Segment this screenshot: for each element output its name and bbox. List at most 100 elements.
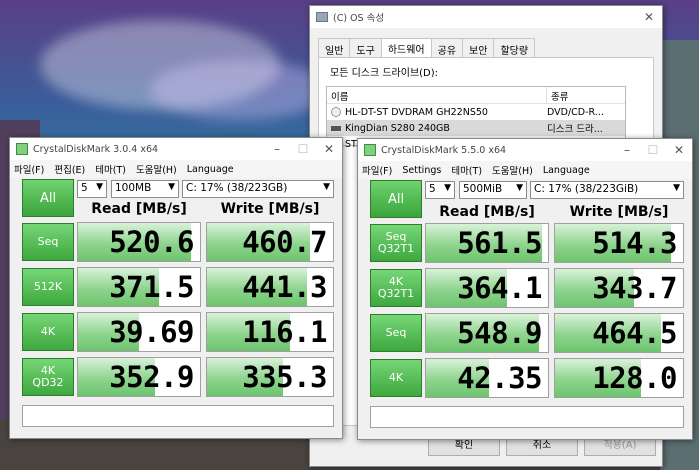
cdm5-title: CrystalDiskMark 5.5.0 x64 — [381, 144, 507, 156]
menu-settings[interactable]: Settings — [402, 165, 441, 176]
app-icon — [364, 144, 376, 156]
write-result-cell: 464.5 — [554, 313, 684, 353]
menu-help[interactable]: 도움말(H) — [136, 162, 177, 176]
write-value: 335.3 — [242, 360, 327, 394]
chevron-down-icon: ▼ — [673, 183, 680, 193]
minimize-icon[interactable]: – — [614, 139, 640, 161]
close-icon[interactable]: ✕ — [316, 138, 342, 160]
chevron-down-icon: ▼ — [444, 183, 451, 193]
os-dialog-titlebar: (C) OS 속성 ✕ — [310, 6, 662, 28]
read-header: Read [MB/s] — [439, 204, 535, 220]
read-result-cell: 364.1 — [425, 268, 549, 308]
list-item[interactable]: KingDian S280 240GB 디스크 드라... — [327, 120, 625, 136]
chevron-down-icon: ▼ — [168, 182, 175, 192]
all-button[interactable]: All — [22, 179, 74, 217]
count-select[interactable]: 5 ▼ — [77, 180, 107, 198]
read-value: 561.5 — [457, 226, 542, 260]
drive-list-header: 이름 종류 — [327, 87, 625, 104]
write-result-cell: 116.1 — [206, 312, 334, 352]
write-result-cell: 343.7 — [554, 268, 684, 308]
drive-list: 이름 종류 HL-DT-ST DVDRAM GH22NS50 DVD/CD-R.… — [326, 86, 626, 151]
comment-field[interactable] — [22, 405, 334, 427]
test-button[interactable]: Seq — [22, 223, 74, 261]
read-value: 352.9 — [109, 360, 194, 394]
col-type-header[interactable]: 종류 — [547, 87, 625, 103]
maximize-icon[interactable]: ☐ — [290, 138, 316, 160]
test-button[interactable]: Seq Q32T1 — [370, 224, 422, 262]
os-dialog-title: (C) OS 속성 — [333, 13, 385, 24]
menu-help[interactable]: 도움말(H) — [492, 163, 533, 177]
read-result-cell: 352.9 — [77, 357, 201, 397]
cdm3-title: CrystalDiskMark 3.0.4 x64 — [33, 143, 159, 155]
drive-type: 디스크 드라... — [547, 124, 603, 135]
test-button[interactable]: 4K QD32 — [22, 358, 74, 396]
close-icon[interactable]: ✕ — [666, 139, 692, 161]
maximize-icon[interactable]: ☐ — [640, 139, 666, 161]
minimize-icon[interactable]: – — [264, 138, 290, 160]
test-button[interactable]: 4K — [370, 359, 422, 397]
menu-language[interactable]: Language — [543, 165, 590, 176]
size-value: 100MB — [115, 182, 152, 194]
drive-value: C: 17% (38/223GB) — [186, 182, 288, 194]
read-result-cell: 371.5 — [77, 267, 201, 307]
read-value: 520.6 — [109, 225, 194, 259]
disk-icon — [331, 125, 341, 131]
write-value: 441.3 — [242, 270, 327, 304]
read-header: Read [MB/s] — [91, 201, 187, 217]
cdm5-window: CrystalDiskMark 5.5.0 x64 – ☐ ✕ 파일(F) Se… — [357, 138, 693, 440]
cdm3-window: CrystalDiskMark 3.0.4 x64 – ☐ ✕ 파일(F) 편집… — [9, 137, 343, 439]
read-result-cell: 561.5 — [425, 223, 549, 263]
read-value: 39.69 — [109, 315, 194, 349]
test-button[interactable]: 4K Q32T1 — [370, 269, 422, 307]
read-result-cell: 39.69 — [77, 312, 201, 352]
menu-language[interactable]: Language — [187, 164, 234, 175]
drive-name: HL-DT-ST DVDRAM GH22NS50 — [345, 106, 488, 118]
app-icon — [16, 143, 28, 155]
write-result-cell: 441.3 — [206, 267, 334, 307]
size-select[interactable]: 500MiB ▼ — [459, 181, 527, 199]
write-result-cell: 335.3 — [206, 357, 334, 397]
test-button[interactable]: 512K — [22, 268, 74, 306]
drive-icon — [316, 12, 328, 22]
menu-edit[interactable]: 편집(E) — [54, 162, 85, 176]
col-name-header[interactable]: 이름 — [327, 87, 547, 103]
chevron-down-icon: ▼ — [516, 183, 523, 193]
chevron-down-icon: ▼ — [323, 182, 330, 192]
menu-theme[interactable]: 테마(T) — [95, 162, 126, 176]
test-button[interactable]: Seq — [370, 314, 422, 352]
menu-file[interactable]: 파일(F) — [362, 163, 392, 177]
test-button[interactable]: 4K — [22, 313, 74, 351]
count-select[interactable]: 5 ▼ — [425, 181, 455, 199]
menu-theme[interactable]: 테마(T) — [451, 163, 482, 177]
all-button[interactable]: All — [370, 180, 422, 218]
read-value: 548.9 — [457, 316, 542, 350]
drive-name: KingDian S280 240GB — [345, 122, 450, 134]
menu-file[interactable]: 파일(F) — [14, 162, 44, 176]
drive-select[interactable]: C: 17% (38/223GB) ▼ — [182, 180, 334, 198]
read-value: 42.35 — [457, 361, 542, 395]
background-cloud — [150, 60, 330, 120]
read-result-cell: 42.35 — [425, 358, 549, 398]
write-value: 128.0 — [592, 361, 677, 395]
close-icon[interactable]: ✕ — [636, 6, 662, 28]
write-value: 514.3 — [592, 226, 677, 260]
count-value: 5 — [429, 183, 436, 195]
drive-type: DVD/CD-R... — [547, 106, 604, 118]
size-select[interactable]: 100MB ▼ — [111, 180, 179, 198]
disc-icon — [331, 107, 341, 117]
write-value: 460.7 — [242, 225, 327, 259]
write-header: Write [MB/s] — [569, 204, 669, 220]
comment-field[interactable] — [370, 406, 684, 428]
cdm3-titlebar: CrystalDiskMark 3.0.4 x64 – ☐ ✕ — [10, 138, 342, 160]
write-result-cell: 460.7 — [206, 222, 334, 262]
chevron-down-icon: ▼ — [96, 182, 103, 192]
write-result-cell: 128.0 — [554, 358, 684, 398]
drive-select[interactable]: C: 17% (38/223GiB) ▼ — [530, 181, 684, 199]
cdm3-menubar: 파일(F) 편집(E) 테마(T) 도움말(H) Language — [10, 160, 342, 178]
drive-value: C: 17% (38/223GiB) — [534, 183, 639, 195]
write-value: 343.7 — [592, 271, 677, 305]
write-header: Write [MB/s] — [220, 201, 320, 217]
list-item[interactable]: HL-DT-ST DVDRAM GH22NS50 DVD/CD-R... — [327, 104, 625, 120]
write-result-cell: 514.3 — [554, 223, 684, 263]
size-value: 500MiB — [463, 183, 503, 195]
